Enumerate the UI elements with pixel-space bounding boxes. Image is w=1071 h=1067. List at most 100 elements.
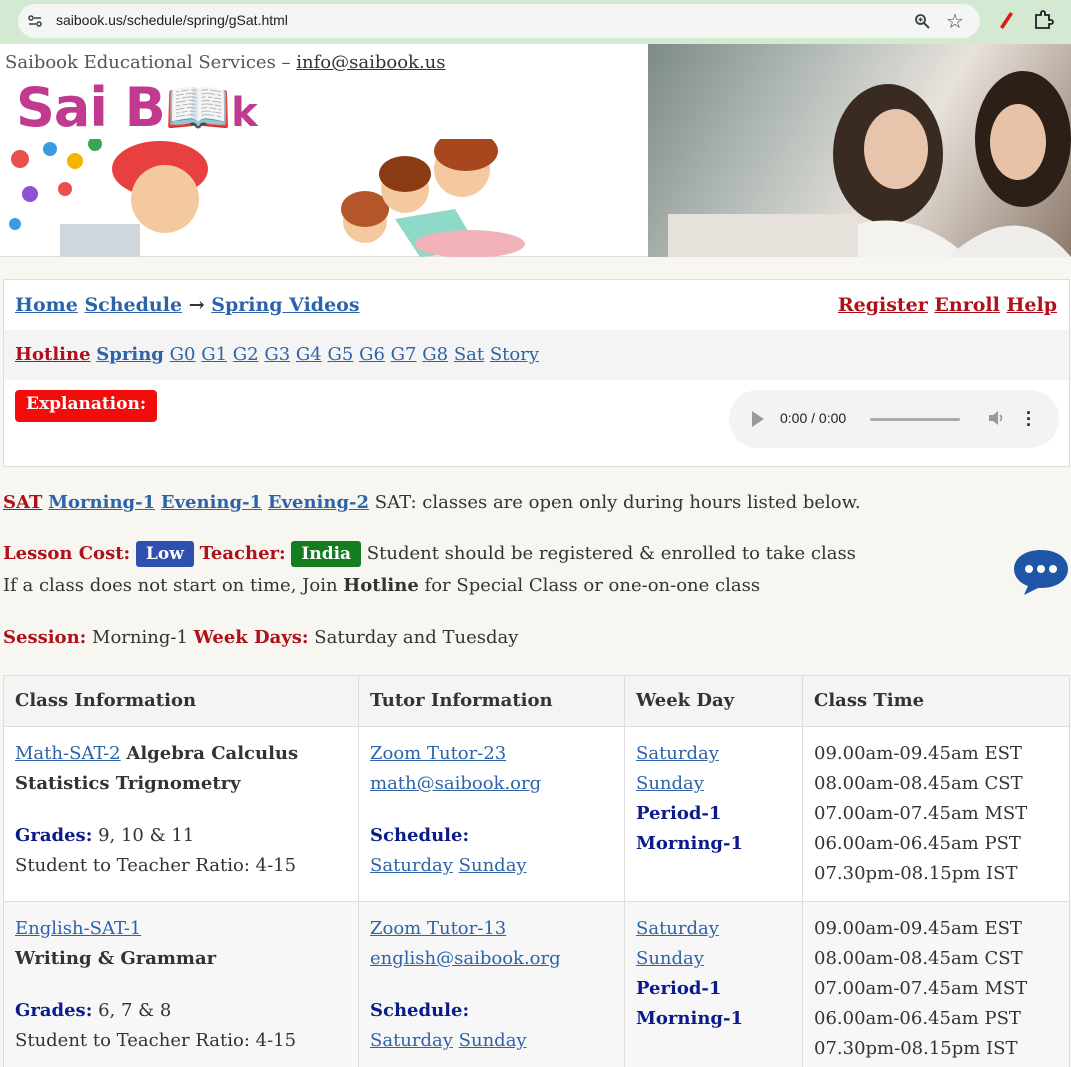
account-links: Register Enroll Help: [838, 294, 1057, 316]
schedule-link-saturday[interactable]: Saturday: [370, 1030, 453, 1051]
time-cst: 08.00am-08.45am CST: [814, 773, 1023, 794]
grade-link-g8[interactable]: G8: [422, 344, 448, 365]
audio-player: 0:00 / 0:00 · · ·: [729, 390, 1059, 448]
site-settings-icon[interactable]: [27, 13, 43, 29]
header-org-line: Saibook Educational Services – info@saib…: [5, 52, 446, 73]
hotline-text: Hotline: [343, 575, 419, 596]
header-email-link[interactable]: info@saibook.us: [296, 52, 445, 73]
grades-label: Grades:: [15, 825, 93, 846]
tutor-info-cell: Zoom Tutor-23 math@saibook.org Schedule:…: [358, 726, 625, 902]
grade-link-sat[interactable]: Sat: [454, 344, 484, 365]
grade-nav-row: Hotline Spring G0 G1 G2 G3 G4 G5 G6 G7 G…: [4, 330, 1069, 380]
grade-link-g5[interactable]: G5: [328, 344, 354, 365]
students-photo-image: [668, 71, 1071, 257]
schedule-link-sunday[interactable]: Sunday: [459, 1030, 527, 1051]
grade-link-g6[interactable]: G6: [359, 344, 385, 365]
ratio-text: Student to Teacher Ratio: 4-15: [15, 855, 297, 876]
grades-label: Grades:: [15, 1000, 93, 1021]
breadcrumb-arrow: →: [188, 294, 205, 316]
volume-icon[interactable]: [986, 408, 1006, 428]
nav-home-link[interactable]: Home: [15, 294, 78, 316]
class-link[interactable]: Math-SAT-2: [15, 743, 121, 764]
session-value: Morning-1: [92, 627, 188, 648]
week-day-cell: Saturday Sunday Period-1 Morning-1: [624, 901, 803, 1067]
week-day-cell: Saturday Sunday Period-1 Morning-1: [624, 726, 803, 902]
time-pst: 06.00am-06.45am PST: [814, 1008, 1021, 1029]
chat-bubble-icon[interactable]: [1012, 547, 1070, 597]
lesson-cost-label: Lesson Cost:: [3, 543, 131, 564]
session-links-line: SAT Morning-1 Evening-1 Evening-2 SAT: c…: [3, 492, 861, 513]
students-photo: [648, 44, 1071, 257]
day-link-sunday[interactable]: Sunday: [636, 948, 704, 969]
schedule-label: Schedule:: [370, 825, 470, 846]
week-days-value: Saturday and Tuesday: [314, 627, 519, 648]
lesson-cost-line: Lesson Cost: Low Teacher: India Student …: [3, 541, 856, 567]
help-link[interactable]: Help: [1006, 294, 1057, 316]
teacher-label: Teacher:: [199, 543, 286, 564]
nav-spring-videos-link[interactable]: Spring Videos: [211, 294, 359, 316]
day-link-sunday[interactable]: Sunday: [636, 773, 704, 794]
time-est: 09.00am-09.45am EST: [814, 743, 1022, 764]
play-icon[interactable]: [752, 411, 764, 427]
pen-extension-icon[interactable]: [996, 9, 1016, 31]
grade-link-g1[interactable]: G1: [201, 344, 227, 365]
col-header-class-info: Class Information: [3, 675, 359, 727]
session-link-evening-1[interactable]: Evening-1: [161, 492, 262, 513]
address-bar[interactable]: saibook.us/schedule/spring/gSat.html ☆: [18, 4, 980, 38]
spring-link[interactable]: Spring: [96, 344, 164, 365]
grade-link-g0[interactable]: G0: [170, 344, 196, 365]
hotline-link[interactable]: Hotline: [15, 344, 91, 365]
col-header-week-day: Week Day: [624, 675, 803, 727]
url-text[interactable]: saibook.us/schedule/spring/gSat.html: [56, 12, 288, 28]
col-header-tutor-info: Tutor Information: [358, 675, 625, 727]
audio-seek-bar[interactable]: [870, 418, 960, 421]
col-header-class-time: Class Time: [802, 675, 1070, 727]
table-row: English-SAT-1 Writing & Grammar Grades: …: [3, 901, 1070, 1067]
saibook-logo: Sai B📖k: [16, 76, 258, 139]
enroll-link[interactable]: Enroll: [934, 294, 999, 316]
schedule-link-sunday[interactable]: Sunday: [459, 855, 527, 876]
navigation-panel: Home Schedule → Spring Videos Register E…: [3, 279, 1070, 467]
session-link-morning-1[interactable]: Morning-1: [48, 492, 155, 513]
bookmark-star-icon[interactable]: ☆: [946, 9, 964, 33]
register-link[interactable]: Register: [838, 294, 928, 316]
schedule-label: Schedule:: [370, 1000, 470, 1021]
class-info-cell: English-SAT-1 Writing & Grammar Grades: …: [3, 901, 359, 1067]
grade-link-g7[interactable]: G7: [391, 344, 417, 365]
tutor-link[interactable]: Zoom Tutor-23: [370, 743, 506, 764]
week-days-label: Week Days:: [193, 627, 309, 648]
time-mst: 07.00am-07.45am MST: [814, 978, 1028, 999]
browser-toolbar: saibook.us/schedule/spring/gSat.html ☆: [0, 0, 1071, 44]
grade-link-g3[interactable]: G3: [264, 344, 290, 365]
day-link-saturday[interactable]: Saturday: [636, 743, 719, 764]
more-options-icon[interactable]: · · ·: [1026, 404, 1032, 434]
explanation-button[interactable]: Explanation:: [15, 390, 158, 422]
zoom-icon[interactable]: [914, 13, 930, 29]
day-link-saturday[interactable]: Saturday: [636, 918, 719, 939]
extensions-puzzle-icon[interactable]: [1032, 9, 1054, 31]
grade-link-g2[interactable]: G2: [233, 344, 259, 365]
period-text: Period-1: [636, 978, 722, 999]
time-mst: 07.00am-07.45am MST: [814, 803, 1028, 824]
subject-text: Statistics Trignometry: [15, 773, 241, 794]
grade-link-story[interactable]: Story: [490, 344, 539, 365]
class-time-cell: 09.00am-09.45am EST 08.00am-08.45am CST …: [802, 901, 1070, 1067]
time-ist: 07.30pm-08.15pm IST: [814, 863, 1018, 884]
sat-link[interactable]: SAT: [3, 492, 42, 513]
tutor-email-link[interactable]: english@saibook.org: [370, 948, 561, 969]
cost-badge: Low: [135, 541, 194, 567]
grades-value: 9, 10 & 11: [98, 825, 195, 846]
tutor-email-link[interactable]: math@saibook.org: [370, 773, 541, 794]
tutor-info-cell: Zoom Tutor-13 english@saibook.org Schedu…: [358, 901, 625, 1067]
tutor-link[interactable]: Zoom Tutor-13: [370, 918, 506, 939]
session-text: Morning-1: [636, 833, 744, 854]
schedule-link-saturday[interactable]: Saturday: [370, 855, 453, 876]
site-header: Saibook Educational Services – info@saib…: [0, 44, 1071, 257]
hotline-note-line: If a class does not start on time, Join …: [3, 575, 761, 596]
session-link-evening-2[interactable]: Evening-2: [268, 492, 369, 513]
teacher-badge: India: [291, 541, 362, 567]
kids-reading-illustration: [9, 139, 525, 257]
nav-schedule-link[interactable]: Schedule: [84, 294, 182, 316]
class-link[interactable]: English-SAT-1: [15, 918, 141, 939]
grade-link-g4[interactable]: G4: [296, 344, 322, 365]
